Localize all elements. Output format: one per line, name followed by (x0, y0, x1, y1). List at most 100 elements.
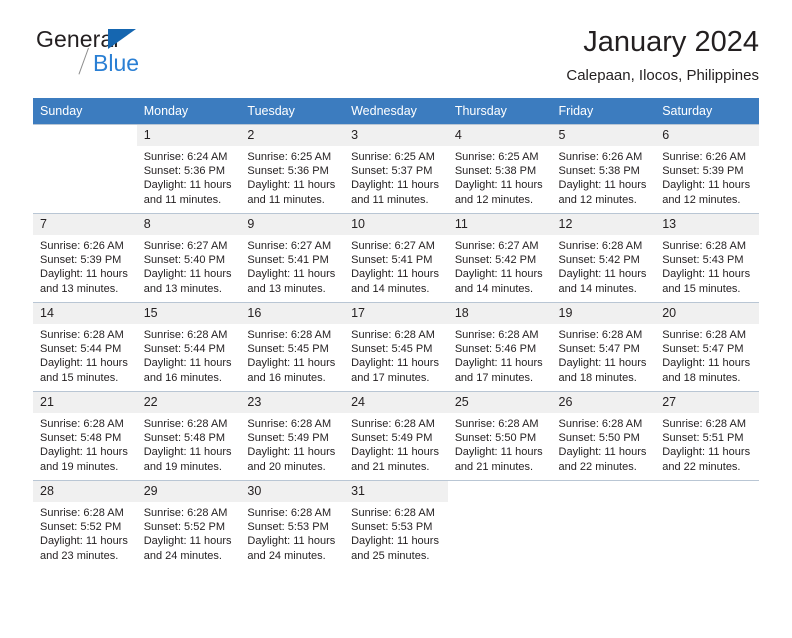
daylight-duration-line2: and 19 minutes. (40, 460, 119, 473)
calendar-day-cell[interactable]: 18 Sunrise: 6:28 AM Sunset: 5:46 PM Dayligh… (447, 302, 552, 392)
calendar-day-cell[interactable]: 22 Sunrise: 6:28 AM Sunset: 5:48 PM Dayligh… (136, 391, 241, 481)
calendar-day-cell[interactable]: 23 Sunrise: 6:28 AM Sunset: 5:49 PM Dayligh… (240, 391, 345, 481)
daylight-duration-line1: Daylight: 11 hours (40, 268, 128, 281)
calendar-day-cell[interactable]: 16 Sunrise: 6:28 AM Sunset: 5:45 PM Dayligh… (240, 302, 345, 392)
daylight-duration-line1: Daylight: 11 hours (351, 268, 439, 281)
day-number: 11 (447, 214, 552, 235)
sunset-time: Sunset: 5:43 PM (662, 254, 744, 267)
calendar-day-cell[interactable]: 9 Sunrise: 6:27 AM Sunset: 5:41 PM Daylight… (240, 213, 345, 303)
day-number: 1 (136, 125, 241, 146)
sunrise-time: Sunrise: 6:27 AM (351, 240, 435, 252)
daylight-duration-line2: and 17 minutes. (351, 371, 430, 384)
daylight-duration-line2: and 14 minutes. (351, 282, 430, 295)
daylight-duration-line2: and 22 minutes. (558, 460, 637, 473)
day-details: Sunrise: 6:25 AM Sunset: 5:38 PM Daylight:… (448, 146, 552, 207)
daylight-duration-line2: and 21 minutes. (351, 460, 430, 473)
sunrise-time: Sunrise: 6:28 AM (40, 507, 124, 519)
day-number: 4 (447, 125, 552, 146)
calendar-day-cell[interactable]: 6 Sunrise: 6:26 AM Sunset: 5:39 PM Daylight… (655, 124, 759, 214)
daylight-duration-line1: Daylight: 11 hours (454, 268, 543, 281)
daylight-duration-line2: and 11 minutes. (143, 193, 222, 206)
day-details: Sunrise: 6:28 AM Sunset: 5:44 PM Daylight:… (137, 324, 241, 385)
calendar-day-cell[interactable]: 30 Sunrise: 6:28 AM Sunset: 5:53 PM Dayligh… (240, 480, 345, 569)
sunset-time: Sunset: 5:52 PM (143, 521, 226, 534)
day-details: Sunrise: 6:28 AM Sunset: 5:46 PM Daylight:… (448, 324, 552, 385)
day-number: 29 (136, 481, 241, 502)
calendar-day-cell[interactable]: 21 Sunrise: 6:28 AM Sunset: 5:48 PM Dayligh… (33, 391, 137, 481)
weekday-header-friday: Friday (551, 98, 656, 125)
daylight-duration-line1: Daylight: 11 hours (558, 268, 647, 281)
daylight-duration-line2: and 18 minutes. (558, 371, 637, 384)
calendar-day-cell[interactable]: 2 Sunrise: 6:25 AM Sunset: 5:36 PM Daylight… (240, 124, 345, 214)
calendar-day-cell[interactable]: 31 Sunrise: 6:28 AM Sunset: 5:53 PM Dayligh… (344, 480, 448, 569)
general-blue-logo[interactable]: General Blue (36, 26, 236, 82)
day-details: Sunrise: 6:28 AM Sunset: 5:42 PM Daylight:… (552, 235, 656, 296)
sunset-time: Sunset: 5:36 PM (143, 165, 226, 178)
calendar-day-cell[interactable]: 4 Sunrise: 6:25 AM Sunset: 5:38 PM Daylight… (447, 124, 552, 214)
daylight-duration-line2: and 17 minutes. (454, 371, 534, 384)
sunset-time: Sunset: 5:42 PM (454, 254, 537, 267)
daylight-duration-line2: and 15 minutes. (40, 371, 119, 384)
daylight-duration-line2: and 22 minutes. (662, 460, 741, 473)
daylight-duration-line1: Daylight: 11 hours (662, 357, 751, 370)
day-number: 25 (447, 392, 552, 413)
calendar-day-cell[interactable]: 17 Sunrise: 6:28 AM Sunset: 5:45 PM Dayligh… (344, 302, 448, 392)
day-details: Sunrise: 6:28 AM Sunset: 5:49 PM Daylight:… (344, 413, 448, 474)
sunset-time: Sunset: 5:44 PM (40, 343, 122, 356)
calendar-day-cell[interactable]: 12 Sunrise: 6:28 AM Sunset: 5:42 PM Dayligh… (551, 213, 656, 303)
sunrise-time: Sunrise: 6:28 AM (247, 418, 332, 430)
daylight-duration-line1: Daylight: 11 hours (351, 446, 439, 459)
calendar-day-cell[interactable]: 8 Sunrise: 6:27 AM Sunset: 5:40 PM Daylight… (136, 213, 241, 303)
day-details: Sunrise: 6:28 AM Sunset: 5:50 PM Daylight:… (552, 413, 656, 474)
logo-triangle-icon (108, 29, 136, 49)
calendar-day-cell[interactable]: 15 Sunrise: 6:28 AM Sunset: 5:44 PM Dayligh… (136, 302, 241, 392)
calendar-day-cell[interactable]: 20 Sunrise: 6:28 AM Sunset: 5:47 PM Dayligh… (655, 302, 759, 392)
weekday-header-thursday: Thursday (447, 98, 552, 125)
calendar-day-cell[interactable]: 19 Sunrise: 6:28 AM Sunset: 5:47 PM Dayligh… (551, 302, 656, 392)
day-details: Sunrise: 6:27 AM Sunset: 5:40 PM Daylight:… (137, 235, 241, 296)
title-block: January 2024 Calepaan, Ilocos, Philippin… (566, 24, 759, 87)
calendar-day-cell[interactable]: 10 Sunrise: 6:27 AM Sunset: 5:41 PM Dayligh… (344, 213, 448, 303)
daylight-duration-line1: Daylight: 11 hours (40, 446, 128, 459)
calendar-day-cell[interactable]: 14 Sunrise: 6:28 AM Sunset: 5:44 PM Dayligh… (33, 302, 137, 392)
sunrise-time: Sunrise: 6:28 AM (662, 240, 746, 252)
sunrise-time: Sunrise: 6:27 AM (143, 240, 228, 252)
day-details: Sunrise: 6:28 AM Sunset: 5:43 PM Daylight:… (655, 235, 759, 296)
day-number: 6 (655, 125, 759, 146)
calendar-body: 1 Sunrise: 6:24 AM Sunset: 5:36 PM Daylight… (33, 124, 759, 569)
calendar-day-cell[interactable]: 25 Sunrise: 6:28 AM Sunset: 5:50 PM Dayligh… (447, 391, 552, 481)
sunset-time: Sunset: 5:50 PM (454, 432, 537, 445)
sunrise-time: Sunrise: 6:24 AM (143, 151, 228, 163)
calendar-day-cell[interactable]: 13 Sunrise: 6:28 AM Sunset: 5:43 PM Dayligh… (655, 213, 759, 303)
day-number: 10 (344, 214, 448, 235)
calendar-day-cell[interactable]: 5 Sunrise: 6:26 AM Sunset: 5:38 PM Daylight… (551, 124, 656, 214)
page-subtitle: Calepaan, Ilocos, Philippines (566, 67, 759, 84)
sunrise-time: Sunrise: 6:28 AM (143, 507, 228, 519)
calendar-cell-empty (655, 480, 759, 569)
calendar-day-cell[interactable]: 7 Sunrise: 6:26 AM Sunset: 5:39 PM Daylight… (33, 213, 137, 303)
sunset-time: Sunset: 5:51 PM (662, 432, 744, 445)
day-number: 19 (551, 303, 656, 324)
calendar-day-cell[interactable]: 27 Sunrise: 6:28 AM Sunset: 5:51 PM Dayligh… (655, 391, 759, 481)
sunrise-time: Sunrise: 6:25 AM (454, 151, 539, 163)
calendar-day-cell[interactable]: 11 Sunrise: 6:27 AM Sunset: 5:42 PM Dayligh… (447, 213, 552, 303)
sunrise-time: Sunrise: 6:28 AM (662, 418, 746, 430)
day-number: 8 (136, 214, 241, 235)
calendar-day-cell[interactable]: 24 Sunrise: 6:28 AM Sunset: 5:49 PM Dayligh… (344, 391, 448, 481)
weekday-header-tuesday: Tuesday (240, 98, 345, 125)
day-details: Sunrise: 6:28 AM Sunset: 5:48 PM Daylight:… (33, 413, 137, 474)
calendar-day-cell[interactable]: 1 Sunrise: 6:24 AM Sunset: 5:36 PM Daylight… (136, 124, 241, 214)
daylight-duration-line2: and 16 minutes. (143, 371, 222, 384)
daylight-duration-line2: and 13 minutes. (143, 282, 222, 295)
daylight-duration-line2: and 14 minutes. (454, 282, 534, 295)
daylight-duration-line2: and 18 minutes. (662, 371, 741, 384)
day-number (655, 481, 759, 502)
daylight-duration-line1: Daylight: 11 hours (454, 179, 543, 192)
calendar-day-cell[interactable]: 26 Sunrise: 6:28 AM Sunset: 5:50 PM Dayligh… (551, 391, 656, 481)
calendar-day-cell[interactable]: 29 Sunrise: 6:28 AM Sunset: 5:52 PM Dayligh… (136, 480, 241, 569)
calendar-day-cell[interactable]: 3 Sunrise: 6:25 AM Sunset: 5:37 PM Daylight… (344, 124, 448, 214)
calendar-day-cell[interactable]: 28 Sunrise: 6:28 AM Sunset: 5:52 PM Dayligh… (33, 480, 137, 569)
daylight-duration-line1: Daylight: 11 hours (454, 357, 543, 370)
day-details: Sunrise: 6:28 AM Sunset: 5:51 PM Daylight:… (655, 413, 759, 474)
sunrise-time: Sunrise: 6:28 AM (351, 507, 435, 519)
